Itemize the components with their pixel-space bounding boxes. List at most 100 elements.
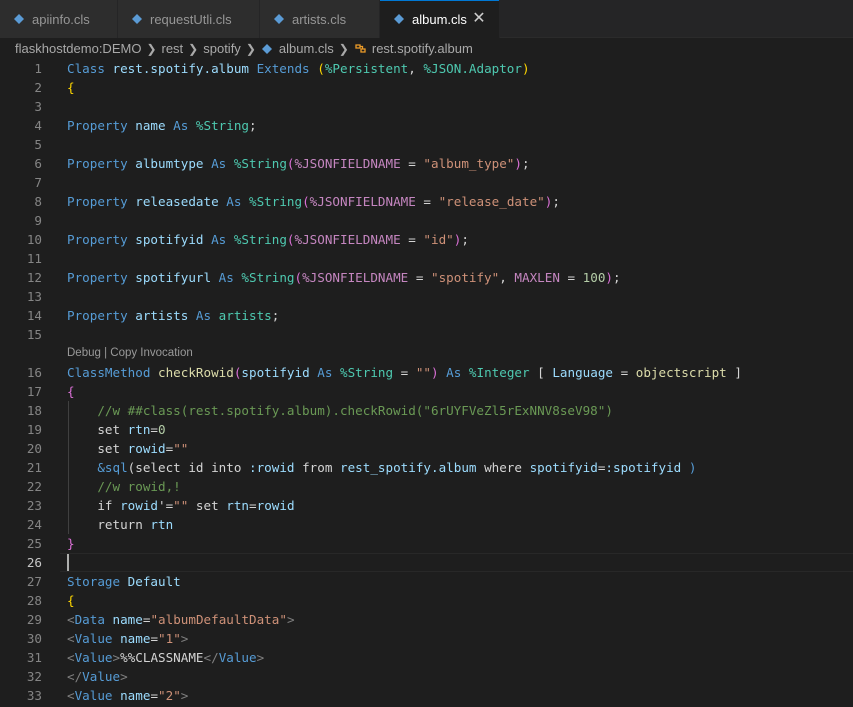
code-line[interactable]: 13: [0, 287, 853, 306]
code-token: %Integer: [468, 365, 538, 380]
code-text: set rtn=0: [67, 420, 165, 439]
class-symbol-icon: [354, 42, 368, 56]
breadcrumb-item[interactable]: rest.spotify.album: [354, 41, 473, 56]
code-line[interactable]: 19 set rtn=0: [0, 420, 853, 439]
tab-label: album.cls: [412, 11, 467, 27]
line-number: 11: [26, 251, 42, 266]
code-line[interactable]: 28 {: [0, 591, 853, 610]
code-token: spotifyid: [135, 232, 212, 247]
code-line[interactable]: 11: [0, 249, 853, 268]
code-line[interactable]: 20 set rowid="": [0, 439, 853, 458]
code-text: <Value name="1">: [67, 629, 188, 648]
breadcrumb-label: spotify: [203, 41, 241, 56]
code-line[interactable]: 26: [0, 553, 853, 572]
code-token: =: [408, 270, 431, 285]
code-line[interactable]: 16 ClassMethod checkRowid(spotifyid As %S…: [0, 363, 853, 382]
code-line[interactable]: 12 Property spotifyurl As %String(%JSONFI…: [0, 268, 853, 287]
breadcrumb-item[interactable]: rest: [162, 41, 184, 56]
code-line[interactable]: 23 if rowid'="" set rtn=rowid: [0, 496, 853, 515]
code-line[interactable]: 32 </Value>: [0, 667, 853, 686]
code-token: (: [317, 61, 325, 76]
code-token: >: [286, 612, 295, 627]
code-token: name: [120, 688, 151, 703]
code-token: Extends: [256, 61, 318, 76]
code-token: ,: [408, 61, 424, 76]
code-line[interactable]: 3: [0, 97, 853, 116]
code-token: artists: [218, 308, 272, 323]
code-line[interactable]: 17 {: [0, 382, 853, 401]
code-line[interactable]: 33 <Value name="2">: [0, 686, 853, 705]
code-line[interactable]: 31 <Value>%%CLASSNAME</Value>: [0, 648, 853, 667]
code-line[interactable]: 24 return rtn: [0, 515, 853, 534]
tab-label: requestUtli.cls: [150, 11, 232, 27]
code-token: spotifyurl: [135, 270, 219, 285]
code-line[interactable]: 7: [0, 173, 853, 192]
code-token: "": [173, 498, 189, 513]
code-line[interactable]: 22 //w rowid,!: [0, 477, 853, 496]
code-line[interactable]: 2{: [0, 78, 853, 97]
cls-file-icon: [392, 12, 406, 26]
tab-label: artists.cls: [292, 11, 347, 27]
breadcrumb-label: rest.spotify.album: [371, 41, 473, 56]
code-token: <: [67, 650, 75, 665]
code-token: "album_type": [423, 156, 515, 171]
code-line[interactable]: 29 <Data name="albumDefaultData">: [0, 610, 853, 629]
code-token: =: [393, 365, 416, 380]
breadcrumb-item[interactable]: spotify: [203, 41, 241, 56]
code-token: (: [294, 270, 303, 285]
line-number: 12: [26, 270, 42, 285]
line-number: 19: [26, 422, 42, 437]
code-token: %%CLASSNAME: [120, 650, 204, 665]
code-line[interactable]: 10 Property spotifyid As %String(%JSONFIE…: [0, 230, 853, 249]
code-line[interactable]: 25}: [0, 534, 853, 553]
code-token: Property: [67, 118, 136, 133]
breadcrumb-item[interactable]: flaskhostdemo:DEMO: [15, 41, 141, 56]
editor-tab-bar: apiinfo.cls requestUtli.cls artists.cls alb…: [0, 0, 853, 38]
code-line[interactable]: 30 <Value name="1">: [0, 629, 853, 648]
code-line[interactable]: 27 Storage Default: [0, 572, 853, 591]
code-text: {: [67, 78, 75, 97]
code-token: rowid: [127, 441, 166, 456]
code-line[interactable]: 21 &sql(select id into :rowid from rest_…: [0, 458, 853, 477]
line-number: 20: [26, 441, 42, 456]
code-token: rtn: [150, 517, 174, 532]
code-line[interactable]: 8 Property releasedate As %String(%JSONFI…: [0, 192, 853, 211]
code-editor[interactable]: 1 Class rest.spotify.album Extends (%Pers…: [0, 59, 853, 707]
code-line[interactable]: 15: [0, 325, 853, 344]
line-number: 6: [34, 156, 42, 171]
code-text: Storage Default: [67, 572, 181, 591]
code-line[interactable]: 6 Property albumtype As %String(%JSONFIEL…: [0, 154, 853, 173]
codelens-debug-copy-invocation[interactable]: Debug | Copy Invocation: [67, 345, 193, 361]
tab-album-cls[interactable]: album.cls ✕: [380, 0, 500, 38]
code-token: rowid: [256, 498, 295, 513]
code-line[interactable]: 14 Property artists As artists;: [0, 306, 853, 325]
code-line[interactable]: 9: [0, 211, 853, 230]
code-text: if rowid'="" set rtn=rowid: [67, 496, 295, 515]
close-icon[interactable]: ✕: [471, 11, 487, 27]
code-line[interactable]: 18 //w ##class(rest.spotify.album).check…: [0, 401, 853, 420]
tab-requestutli-cls[interactable]: requestUtli.cls: [118, 0, 260, 38]
code-token: <: [67, 688, 75, 703]
breadcrumb-item[interactable]: album.cls: [261, 41, 334, 56]
code-token: ]: [726, 365, 742, 380]
code-token: As: [211, 232, 234, 247]
code-token: As: [195, 308, 219, 323]
code-token: =: [415, 194, 439, 209]
code-line[interactable]: 4 Property name As %String;: [0, 116, 853, 135]
code-line[interactable]: 5: [0, 135, 853, 154]
tab-apiinfo-cls[interactable]: apiinfo.cls: [0, 0, 118, 38]
code-token: "": [415, 365, 431, 380]
tab-artists-cls[interactable]: artists.cls: [260, 0, 380, 38]
code-token: As: [317, 365, 340, 380]
code-line[interactable]: 1 Class rest.spotify.album Extends (%Pers…: [0, 59, 853, 78]
code-token: %JSONFIELDNAME: [309, 194, 416, 209]
code-token: checkRowid: [158, 365, 234, 380]
code-text: Property spotifyid As %String(%JSONFIELD…: [67, 230, 469, 249]
code-token: artists: [135, 308, 196, 323]
code-token: %String: [249, 194, 303, 209]
code-token: albumtype: [135, 156, 212, 171]
code-token: "1": [158, 631, 181, 646]
code-text: <Data name="albumDefaultData">: [67, 610, 295, 629]
code-text: <Value name="2">: [67, 686, 188, 705]
line-number: 21: [26, 460, 42, 475]
